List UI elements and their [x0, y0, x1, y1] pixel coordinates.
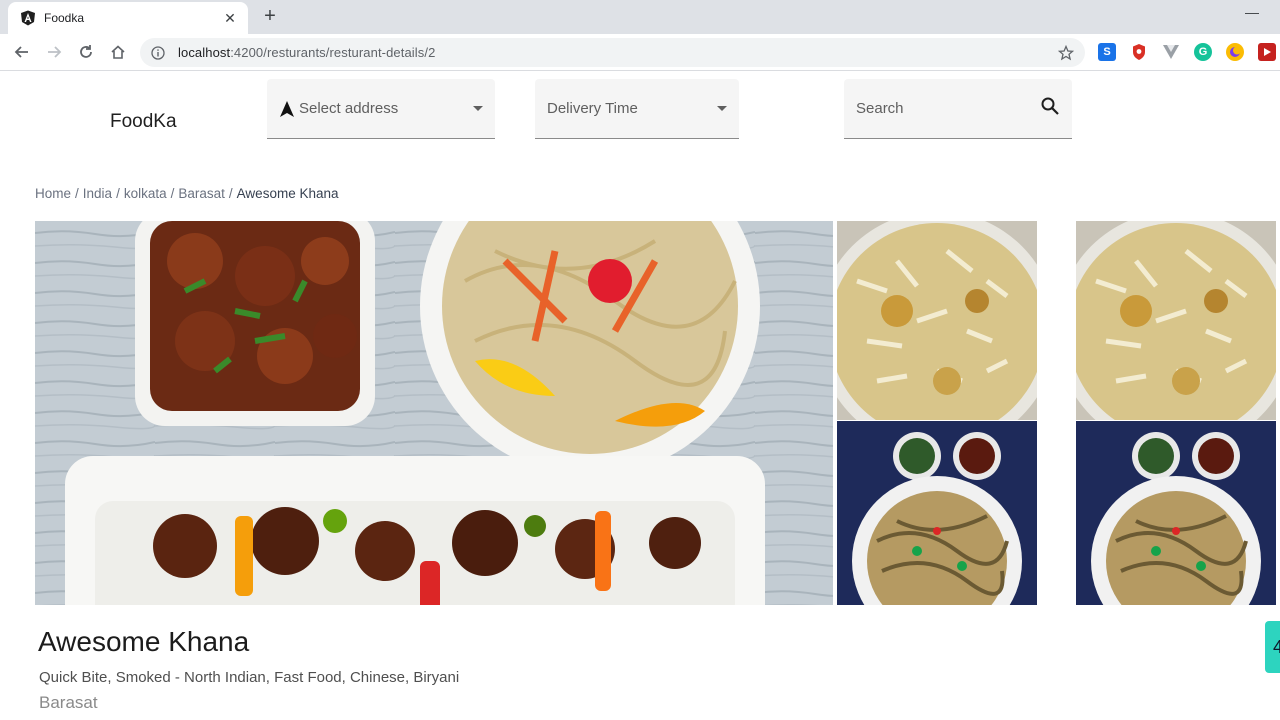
- browser-tab-strip: Foodka ✕ + —: [0, 0, 1280, 34]
- tab-title: Foodka: [44, 11, 85, 25]
- reload-icon[interactable]: [74, 40, 98, 64]
- navigation-arrow-icon: [279, 100, 295, 118]
- angular-logo-icon: [20, 10, 36, 26]
- delivery-time-select[interactable]: Delivery Time: [535, 79, 739, 139]
- url-host: localhost: [178, 45, 231, 60]
- restaurant-location: Barasat: [39, 693, 98, 712]
- address-bar[interactable]: localhost:4200/resturants/resturant-deta…: [140, 38, 1085, 67]
- breadcrumb: Home / India / kolkata / Barasat / Awesome K…: [35, 186, 339, 201]
- back-arrow-icon[interactable]: [10, 40, 34, 64]
- forward-arrow-icon[interactable]: [42, 40, 66, 64]
- shield-extension-icon[interactable]: [1130, 43, 1148, 61]
- youtube-extension-icon[interactable]: [1258, 43, 1276, 61]
- moon-extension-icon[interactable]: [1226, 43, 1244, 61]
- address-select-label: Select address: [299, 100, 399, 117]
- extension-s-icon[interactable]: S: [1098, 43, 1116, 61]
- grammarly-icon[interactable]: G: [1194, 43, 1212, 61]
- noodles-photo-thumbnail[interactable]: [1076, 421, 1276, 605]
- search-input[interactable]: Search: [856, 100, 1040, 117]
- side-tab-label: 4: [1273, 637, 1280, 657]
- biryani-photo-thumbnail[interactable]: [837, 221, 1037, 420]
- minimize-window-icon[interactable]: —: [1240, 4, 1264, 24]
- site-header: FoodKa Select address Delivery Time Sear…: [0, 71, 1280, 161]
- browser-toolbar: localhost:4200/resturants/resturant-deta…: [0, 34, 1280, 71]
- restaurant-name: Awesome Khana: [38, 626, 250, 657]
- restaurant-cuisines: Quick Bite, Smoked - North Indian, Fast …: [39, 669, 460, 686]
- address-select[interactable]: Select address: [267, 79, 495, 139]
- breadcrumb-country[interactable]: India: [83, 186, 112, 201]
- search-field[interactable]: Search: [844, 79, 1072, 139]
- breadcrumb-home[interactable]: Home: [35, 186, 71, 201]
- chevron-down-icon: [473, 106, 483, 111]
- breadcrumb-area[interactable]: Barasat: [178, 186, 225, 201]
- brand-logo[interactable]: FoodKa: [110, 111, 177, 133]
- home-icon[interactable]: [106, 40, 130, 64]
- info-icon[interactable]: [150, 45, 166, 61]
- browser-tab[interactable]: Foodka ✕: [8, 2, 248, 34]
- breadcrumb-separator: /: [170, 186, 175, 201]
- url-path: :4200/resturants/resturant-details/2: [230, 45, 436, 60]
- breadcrumb-current: Awesome Khana: [236, 186, 339, 201]
- noodles-photo-thumbnail[interactable]: [837, 421, 1037, 605]
- bookmark-star-icon[interactable]: [1057, 44, 1075, 62]
- vue-devtools-icon[interactable]: [1162, 43, 1180, 61]
- url-text[interactable]: localhost:4200/resturants/resturant-deta…: [178, 45, 1057, 60]
- breadcrumb-separator: /: [75, 186, 79, 201]
- side-floating-tab[interactable]: 4: [1265, 621, 1280, 673]
- biryani-photo-thumbnail[interactable]: [1076, 221, 1276, 420]
- breadcrumb-separator: /: [116, 186, 120, 201]
- search-icon[interactable]: [1040, 96, 1060, 121]
- breadcrumb-separator: /: [228, 186, 233, 201]
- new-tab-icon[interactable]: +: [258, 6, 282, 28]
- breadcrumb-city[interactable]: kolkata: [124, 186, 167, 201]
- chevron-down-icon: [717, 106, 727, 111]
- delivery-time-label: Delivery Time: [547, 100, 638, 117]
- close-tab-icon[interactable]: ✕: [222, 10, 238, 26]
- main-dish-photo[interactable]: [35, 221, 833, 605]
